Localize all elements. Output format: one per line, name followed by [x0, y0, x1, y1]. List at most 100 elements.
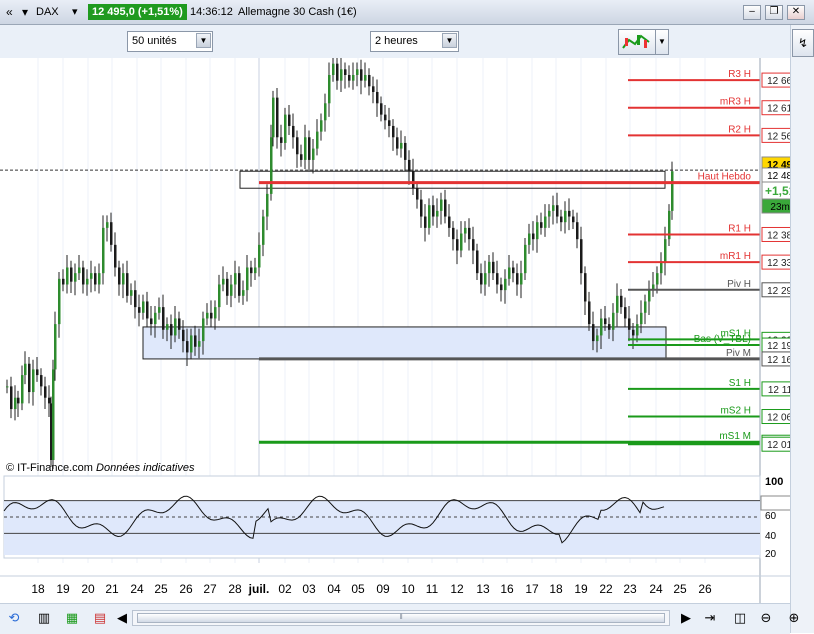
x-tick-label: 11	[426, 582, 439, 596]
restore-icon[interactable]: ❐	[765, 5, 783, 20]
candle-body	[536, 222, 539, 240]
candle-body	[612, 312, 615, 330]
candle-body	[356, 69, 359, 75]
chevrons-icon[interactable]: «	[6, 4, 13, 20]
candle-body	[276, 97, 279, 138]
candle-body	[432, 205, 435, 217]
chart-scrollbar[interactable]: ⦀	[132, 610, 670, 626]
candle-body	[58, 278, 61, 325]
candle-body	[600, 318, 603, 336]
candle-body	[304, 137, 307, 160]
candle-body	[616, 295, 619, 313]
x-tick-label: 28	[228, 582, 242, 596]
scrollbar-thumb[interactable]: ⦀	[137, 613, 665, 623]
zoom-in-icon[interactable]: ⊕	[784, 608, 804, 628]
rsi-panel: 10074,462604020	[3, 475, 790, 560]
candle-body	[372, 86, 375, 92]
drawing-tool-icon: ↯	[797, 36, 809, 50]
candle-body	[48, 397, 51, 404]
candle-body	[138, 307, 141, 313]
candle-body	[296, 137, 299, 155]
candle-body	[424, 216, 427, 228]
level-label: mS1 M	[719, 431, 751, 442]
dropdown-icon[interactable]: ▾	[72, 4, 78, 20]
fit-icon[interactable]: ◫	[730, 608, 750, 628]
candle-body	[210, 312, 213, 319]
close-icon[interactable]: ✕	[787, 5, 805, 20]
candle-body	[436, 210, 439, 217]
candle-body	[54, 324, 57, 370]
scroll-to-end-icon[interactable]: ⇥	[700, 608, 720, 628]
chart-footer: ⟲ ▥ ▦ ▤ ◀ ⦀ ▶ ⇥ ◫ ⊖ ⊕	[0, 603, 799, 634]
minimize-icon[interactable]: –	[743, 5, 761, 20]
candle-body	[388, 120, 391, 126]
candle-body	[660, 261, 663, 274]
candle-body	[588, 301, 591, 325]
candle-body	[384, 114, 387, 121]
chevron-down-icon[interactable]: ▼	[196, 33, 211, 48]
chart-type-button[interactable]	[618, 29, 656, 55]
x-tick-label: 17	[525, 582, 539, 596]
candle-body	[560, 216, 563, 223]
candle-body	[32, 369, 35, 393]
price-chart[interactable]: R3 H 12 661,0 mR3 H 12 612,2 R2 H 12 563,3 Hau…	[0, 58, 790, 603]
level-value: 12 168,5	[767, 355, 790, 366]
x-tick-label: 27	[203, 582, 217, 596]
candle-body	[21, 375, 24, 404]
candle-body	[62, 278, 65, 285]
x-tick-label: 16	[500, 582, 514, 596]
chevron-down-icon[interactable]: ▼	[442, 33, 457, 48]
x-tick-label: 25	[673, 582, 687, 596]
disclaimer-text: Données indicatives	[96, 462, 195, 474]
candle-body	[364, 74, 367, 81]
candle-body	[24, 363, 27, 376]
candle-body	[468, 227, 471, 240]
x-tick-label: 19	[56, 582, 70, 596]
zoom-out-icon[interactable]: ⊖	[756, 608, 776, 628]
scroll-right-icon[interactable]: ▶	[676, 608, 696, 628]
candle-body	[620, 295, 623, 308]
candle-body	[508, 267, 511, 279]
candle-body	[396, 137, 399, 149]
candle-body	[444, 199, 447, 217]
candle-body	[206, 312, 209, 319]
side-tool-button[interactable]: ↯	[792, 29, 814, 57]
chart-type-dropdown[interactable]: ▼	[655, 29, 669, 55]
candles-color-icon[interactable]: ▦	[62, 608, 82, 628]
time-label: 14:36:12	[190, 6, 233, 18]
level-label: Haut Hebdo	[698, 172, 752, 183]
candles-icon[interactable]: ▥	[34, 608, 54, 628]
x-tick-label: 26	[698, 582, 712, 596]
candle-body	[70, 267, 73, 282]
candle-body	[250, 267, 253, 274]
share-icon[interactable]: ⟲	[4, 608, 24, 628]
candle-body	[568, 210, 571, 217]
candle-body	[492, 261, 495, 274]
candle-body	[178, 318, 181, 330]
candle-body	[572, 216, 575, 223]
candle-body	[644, 301, 647, 313]
level-label: R1 H	[728, 223, 751, 234]
period-select[interactable]: 2 heures ▼	[370, 31, 459, 52]
candle-body	[524, 244, 527, 274]
candle-body	[110, 222, 113, 245]
candle-body	[214, 307, 217, 319]
units-select[interactable]: 50 unités ▼	[127, 31, 213, 52]
candle-body	[230, 284, 233, 296]
scroll-left-icon[interactable]: ◀	[112, 608, 132, 628]
candle-body	[480, 273, 483, 285]
level-value: 12 017,9	[767, 440, 790, 451]
candle-body	[500, 284, 503, 291]
candle-body	[472, 239, 475, 251]
copyright-text: © IT-Finance.com	[6, 462, 93, 474]
candle-body	[242, 290, 245, 296]
x-tick-label: 02	[278, 582, 292, 596]
change-percent: +1,51%	[765, 184, 790, 198]
menu-arrow-icon[interactable]: ▾	[22, 4, 28, 20]
candle-body	[316, 131, 319, 149]
candle-body	[126, 273, 129, 296]
x-tick-label: 13	[476, 582, 490, 596]
level-label: mR1 H	[720, 251, 751, 262]
x-tick-label: 26	[179, 582, 193, 596]
bars-icon[interactable]: ▤	[90, 608, 110, 628]
